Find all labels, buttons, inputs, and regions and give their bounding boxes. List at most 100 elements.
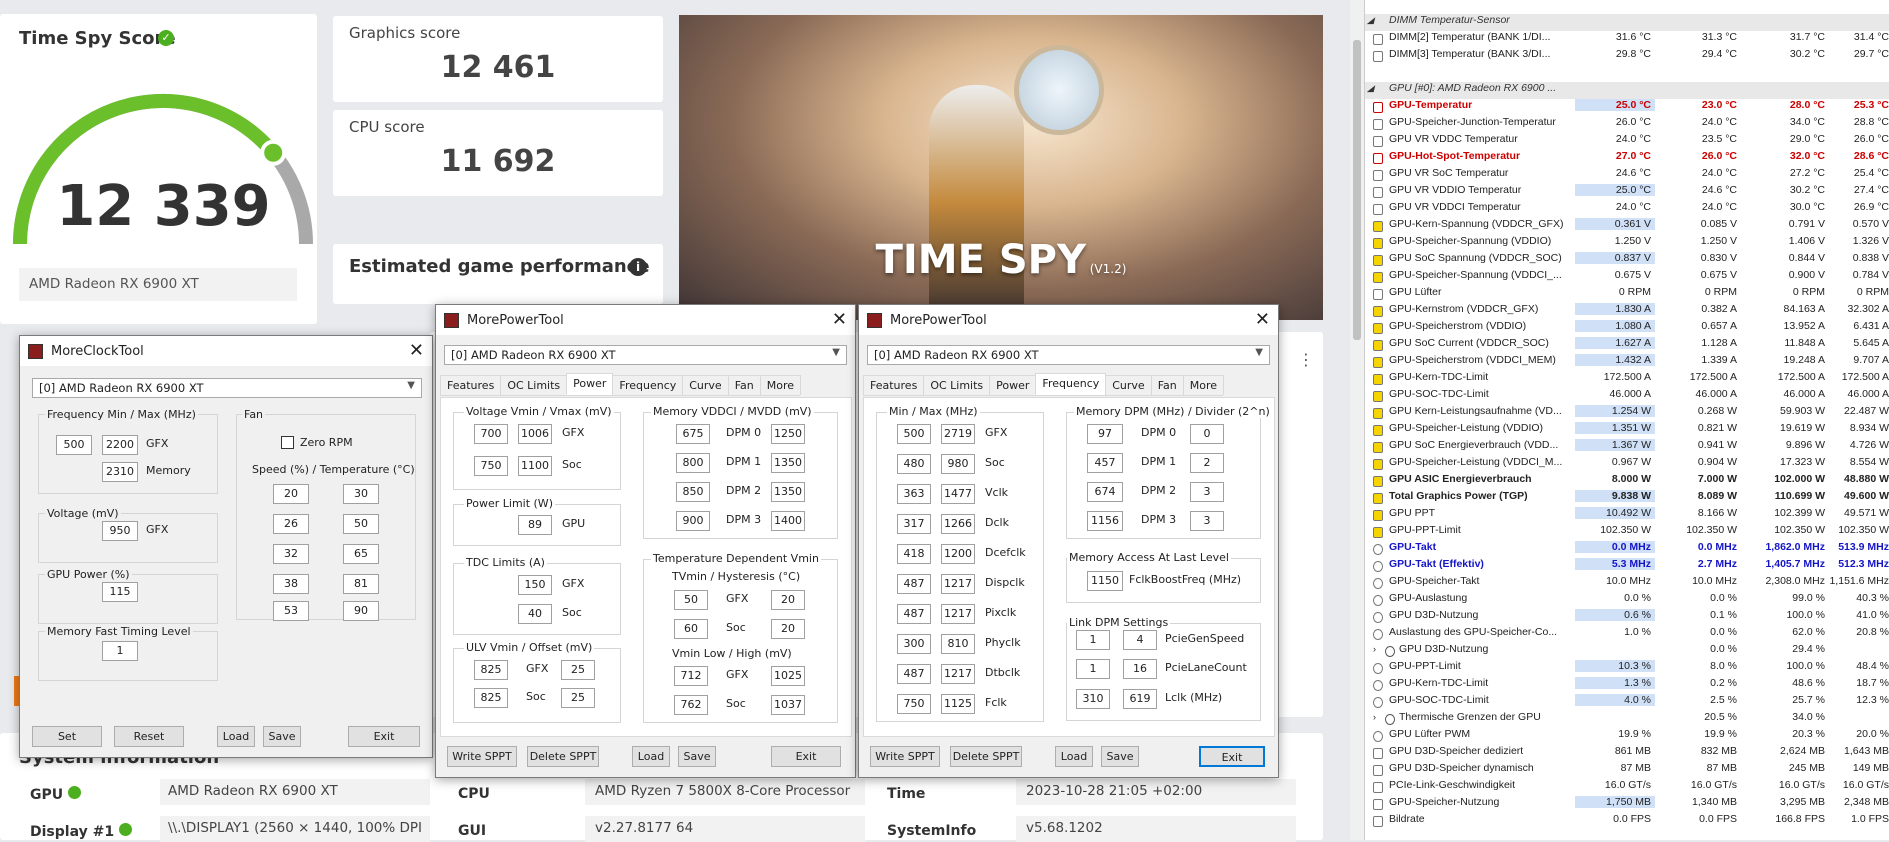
sensor-row[interactable]: GPU VR VDDCI Temperatur 24.0 °C 24.0 °C … (1365, 201, 1889, 218)
save-button[interactable]: Save (263, 726, 301, 747)
write-sppt-button[interactable]: Write SPPT (447, 746, 517, 767)
hyst-gfx-input[interactable]: 20 (771, 590, 805, 610)
reset-button[interactable]: Reset (114, 726, 184, 747)
ulv-gfx-input[interactable]: 825 (474, 660, 508, 680)
sensor-row[interactable]: GPU-Hot-Spot-Temperatur 27.0 °C 26.0 °C … (1365, 150, 1889, 167)
sensor-group-header[interactable]: ◢ GPU [#0]: AMD Radeon RX 6900 ... (1365, 82, 1889, 99)
divider-dpm3-input[interactable]: 3 (1190, 511, 1224, 531)
fan-temp-0[interactable]: 30 (343, 484, 379, 504)
mpt2-titlebar[interactable]: MorePowerTool ✕ (859, 305, 1278, 335)
write-sppt-button[interactable]: Write SPPT (870, 746, 940, 767)
sensor-row[interactable]: GPU-Takt 0.0 MHz 0.0 MHz 1,862.0 MHz 513… (1365, 541, 1889, 558)
fan-speed-1[interactable]: 26 (273, 514, 309, 534)
collapse-icon[interactable]: ◢ (1367, 15, 1374, 26)
tab-more[interactable]: More (1182, 375, 1225, 395)
moreclocktool-titlebar[interactable]: MoreClockTool ✕ (20, 336, 432, 366)
sensor-row[interactable]: GPU SoC Spannung (VDDCR_SOC) 0.837 V 0.8… (1365, 252, 1889, 269)
lclk-min-input[interactable]: 310 (1076, 689, 1110, 709)
sensor-row[interactable]: GPU-PPT-Limit 102.350 W 102.350 W 102.35… (1365, 524, 1889, 541)
vmin-high-gfx-input[interactable]: 1025 (771, 666, 805, 686)
tab-curve[interactable]: Curve (1105, 375, 1152, 395)
mpt1-titlebar[interactable]: MorePowerTool ✕ (436, 305, 855, 335)
tab-more[interactable]: More (759, 375, 802, 395)
tab-frequency[interactable]: Frequency (612, 375, 684, 395)
sensor-row[interactable]: GPU-PPT-Limit 10.3 % 8.0 % 100.0 % 48.4 … (1365, 660, 1889, 677)
clock-max-input[interactable]: 1217 (941, 604, 975, 624)
mem-freq-input[interactable]: 2310 (102, 462, 138, 482)
clock-max-input[interactable]: 1200 (941, 544, 975, 564)
vmin-soc-input[interactable]: 750 (474, 456, 508, 476)
save-button[interactable]: Save (678, 746, 716, 767)
clock-max-input[interactable]: 1266 (941, 514, 975, 534)
voltage-input[interactable]: 950 (102, 521, 138, 541)
sensor-row[interactable]: GPU Lüfter 0 RPM 0 RPM 0 RPM 0 RPM (1365, 286, 1889, 303)
tab-fan[interactable]: Fan (1150, 375, 1184, 395)
clock-min-input[interactable]: 487 (897, 604, 931, 624)
clock-min-input[interactable]: 363 (897, 484, 931, 504)
fan-temp-3[interactable]: 81 (343, 574, 379, 594)
gpu-power-input[interactable]: 115 (102, 582, 138, 602)
vmin-gfx-input[interactable]: 700 (474, 424, 508, 444)
sensor-row[interactable]: GPU Lüfter PWM 19.9 % 19.9 % 20.3 % 20.0… (1365, 728, 1889, 745)
sensor-row[interactable]: DIMM[2] Temperatur (BANK 1/DI... 31.6 °C… (1365, 31, 1889, 48)
tdc-gfx-input[interactable]: 150 (518, 575, 552, 595)
sensor-row[interactable]: › GPU D3D-Nutzung 0.0 % 29.4 % (1365, 643, 1889, 660)
freq-min-input[interactable]: 500 (56, 435, 92, 455)
sensor-row[interactable]: GPU VR VDDIO Temperatur 25.0 °C 24.6 °C … (1365, 184, 1889, 201)
hyst-soc-input[interactable]: 20 (771, 619, 805, 639)
mem-dpm0-input[interactable]: 97 (1087, 424, 1123, 444)
device-select[interactable]: [0] AMD Radeon RX 6900 XT ▼ (32, 378, 422, 398)
vmin-low-gfx-input[interactable]: 712 (674, 666, 708, 686)
sensor-row[interactable]: GPU PPT 10.492 W 8.166 W 102.399 W 49.57… (1365, 507, 1889, 524)
fan-temp-2[interactable]: 65 (343, 544, 379, 564)
vmax-gfx-input[interactable]: 1006 (518, 424, 552, 444)
tdc-soc-input[interactable]: 40 (518, 604, 552, 624)
vddci-dpm1-input[interactable]: 800 (676, 453, 710, 473)
clock-min-input[interactable]: 500 (897, 424, 931, 444)
load-button[interactable]: Load (1055, 746, 1093, 767)
mvdd-dpm2-input[interactable]: 1350 (771, 482, 805, 502)
sensor-row[interactable]: GPU-Speicher-Leistung (VDDIO) 1.351 W 0.… (1365, 422, 1889, 439)
close-icon[interactable]: ✕ (409, 340, 424, 361)
tab-features[interactable]: Features (440, 375, 502, 395)
fan-temp-1[interactable]: 50 (343, 514, 379, 534)
sensor-row[interactable]: Total Graphics Power (TGP) 9.838 W 8.089… (1365, 490, 1889, 507)
fan-speed-3[interactable]: 38 (273, 574, 309, 594)
clock-min-input[interactable]: 487 (897, 664, 931, 684)
sensor-row[interactable]: GPU SoC Energieverbrauch (VDD... 1.367 W… (1365, 439, 1889, 456)
sensor-row[interactable]: GPU VR SoC Temperatur 24.6 °C 24.0 °C 27… (1365, 167, 1889, 184)
tab-power[interactable]: Power (989, 375, 1037, 395)
sensor-row[interactable]: Bildrate 0.0 FPS 0.0 FPS 166.8 FPS 1.0 F… (1365, 813, 1889, 830)
sensor-row[interactable]: GPU D3D-Speicher dynamisch 87 MB 87 MB 2… (1365, 762, 1889, 779)
vmin-low-soc-input[interactable]: 762 (674, 695, 708, 715)
vmax-soc-input[interactable]: 1100 (518, 456, 552, 476)
sensor-row[interactable]: GPU ASIC Energieverbrauch 8.000 W 7.000 … (1365, 473, 1889, 490)
clock-min-input[interactable]: 317 (897, 514, 931, 534)
divider-dpm2-input[interactable]: 3 (1190, 482, 1224, 502)
sensor-row[interactable]: GPU-Speicher-Junction-Temperatur 26.0 °C… (1365, 116, 1889, 133)
sensor-row[interactable]: GPU-Speicher-Takt 10.0 MHz 10.0 MHz 2,30… (1365, 575, 1889, 592)
load-button[interactable]: Load (632, 746, 670, 767)
pcie-lane-max-input[interactable]: 16 (1123, 659, 1157, 679)
sensor-row[interactable]: GPU D3D-Nutzung 0.6 % 0.1 % 100.0 % 41.0… (1365, 609, 1889, 626)
sensor-row[interactable]: GPU-Temperatur 25.0 °C 23.0 °C 28.0 °C 2… (1365, 99, 1889, 116)
mem-dpm3-input[interactable]: 1156 (1087, 511, 1123, 531)
sensor-row[interactable]: GPU-Speicherstrom (VDDCI_MEM) 1.432 A 1.… (1365, 354, 1889, 371)
sensor-row[interactable]: GPU-Takt (Effektiv) 5.3 MHz 2.7 MHz 1,40… (1365, 558, 1889, 575)
clock-max-input[interactable]: 980 (941, 454, 975, 474)
set-button[interactable]: Set (32, 726, 102, 747)
mvdd-dpm1-input[interactable]: 1350 (771, 453, 805, 473)
fan-speed-4[interactable]: 53 (273, 601, 309, 621)
expand-icon[interactable]: › (1373, 712, 1376, 722)
clock-min-input[interactable]: 300 (897, 634, 931, 654)
fan-speed-0[interactable]: 20 (273, 484, 309, 504)
info-icon[interactable]: i (629, 258, 647, 276)
sensor-row[interactable]: GPU-Kern-Spannung (VDDCR_GFX) 0.361 V 0.… (1365, 218, 1889, 235)
lclk-max-input[interactable]: 619 (1123, 689, 1157, 709)
sensor-row[interactable]: Auslastung des GPU-Speicher-Co... 1.0 % … (1365, 626, 1889, 643)
delete-sppt-button[interactable]: Delete SPPT (950, 746, 1022, 767)
tab-oc-limits[interactable]: OC Limits (923, 375, 991, 395)
sensor-row[interactable]: GPU D3D-Speicher dediziert 861 MB 832 MB… (1365, 745, 1889, 762)
save-button[interactable]: Save (1101, 746, 1139, 767)
mem-dpm2-input[interactable]: 674 (1087, 482, 1123, 502)
